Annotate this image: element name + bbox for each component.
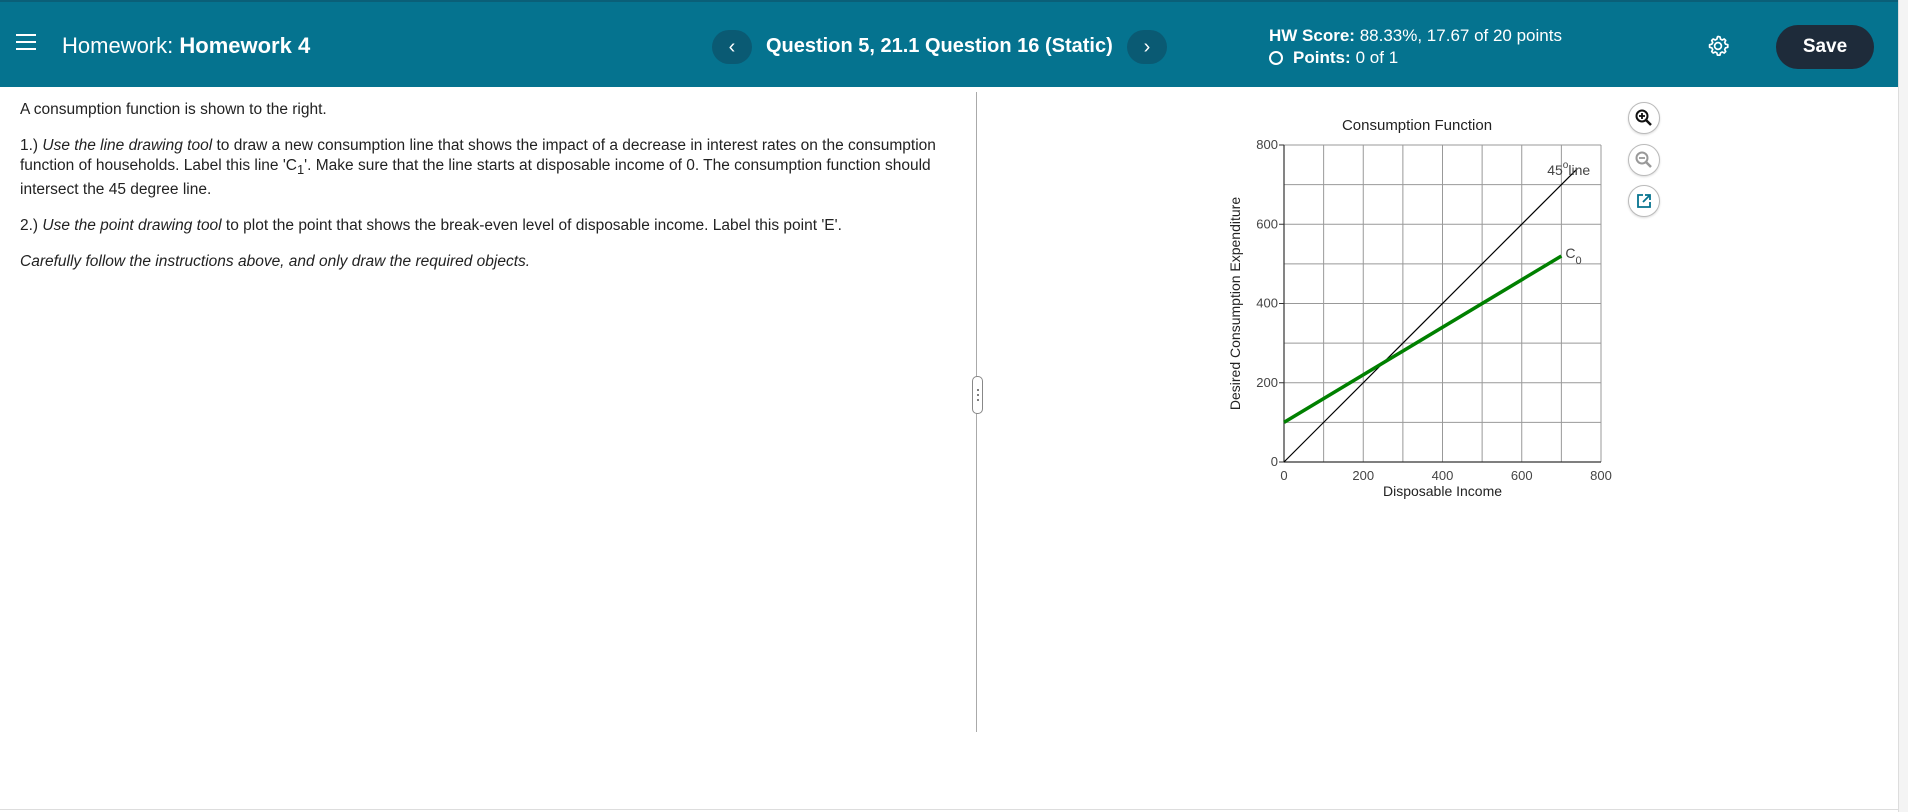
external-link-icon (1637, 194, 1651, 208)
y-tick-label: 800 (1256, 137, 1278, 152)
hw-score-value: 88.33%, 17.67 of 20 points (1359, 26, 1562, 45)
x-tick-label: 400 (1432, 468, 1454, 483)
x-tick-label: 200 (1352, 468, 1374, 483)
x-tick-label: 0 (1280, 468, 1287, 483)
gear-icon[interactable] (1706, 34, 1730, 58)
y-tick-label: 600 (1256, 216, 1278, 231)
instruction-note: Carefully follow the instructions above,… (20, 252, 960, 272)
points-value: 0 of 1 (1355, 48, 1399, 67)
save-button[interactable]: Save (1776, 25, 1874, 69)
instruction-2-tool: Use the point drawing tool (42, 217, 222, 235)
hw-score: HW Score: 88.33%, 17.67 of 20 points (1269, 26, 1562, 46)
top-bar: Homework: Homework 4 ‹ Question 5, 21.1 … (0, 0, 1898, 87)
question-text: A consumption function is shown to the r… (20, 100, 960, 288)
instruction-note-text: Carefully follow the instructions above,… (20, 253, 531, 271)
x-tick-label: 600 (1511, 468, 1533, 483)
chevron-right-icon: › (1143, 35, 1151, 58)
y-tick-label: 0 (1271, 454, 1278, 469)
axis-ticks: 0 200 400 600 800 0 200 400 600 800 (1256, 137, 1612, 483)
status-circle-icon (1269, 51, 1283, 65)
pane-resize-handle[interactable] (972, 376, 983, 414)
next-question-button[interactable]: › (1127, 30, 1167, 64)
instruction-2-text: to plot the point that shows the break-e… (221, 217, 842, 235)
consumption-line-c0 (1283, 254, 1563, 424)
page-scrollbar[interactable] (1898, 0, 1908, 812)
zoom-out-icon (1635, 151, 1652, 168)
zoom-in-button[interactable] (1628, 102, 1660, 134)
x-tick-label: 800 (1590, 468, 1612, 483)
homework-title: Homework: Homework 4 (62, 33, 310, 59)
homework-prefix: Homework: (62, 33, 174, 58)
instruction-1-tool: Use the line drawing tool (42, 137, 213, 154)
instruction-1: 1.) Use the line drawing tool to draw a … (20, 136, 960, 200)
zoom-in-icon (1635, 109, 1652, 126)
y-tick-label: 400 (1256, 296, 1278, 311)
y-axis-label: Desired Consumption Expenditure (1227, 197, 1243, 410)
previous-question-button[interactable]: ‹ (712, 30, 752, 64)
instruction-2: 2.) Use the point drawing tool to plot t… (20, 216, 960, 236)
homework-name: Homework 4 (179, 33, 311, 58)
popout-button[interactable] (1628, 185, 1660, 217)
forty-five-degree-line-label: 45oline (1547, 160, 1590, 178)
instruction-1-number: 1.) (20, 137, 43, 154)
zoom-out-button[interactable] (1628, 144, 1660, 176)
consumption-chart[interactable]: Consumption Function Desired Consumption… (1220, 100, 1620, 520)
hw-score-label: HW Score: (1269, 26, 1355, 45)
instruction-2-number: 2.) (20, 217, 43, 235)
chart-title: Consumption Function (1342, 117, 1492, 134)
x-axis-label: Disposable Income (1383, 483, 1502, 499)
forty-five-degree-line (1283, 168, 1578, 463)
bottom-border (0, 809, 1898, 810)
chevron-left-icon: ‹ (728, 35, 736, 58)
points-label: Points: (1293, 48, 1351, 67)
question-points: Points: 0 of 1 (1269, 48, 1398, 68)
menu-icon[interactable] (16, 34, 36, 54)
y-tick-label: 200 (1256, 375, 1278, 390)
chart-series: 45olineC0 (1283, 160, 1590, 463)
question-title: Question 5, 21.1 Question 16 (Static) (766, 35, 1113, 57)
question-intro: A consumption function is shown to the r… (20, 101, 327, 118)
